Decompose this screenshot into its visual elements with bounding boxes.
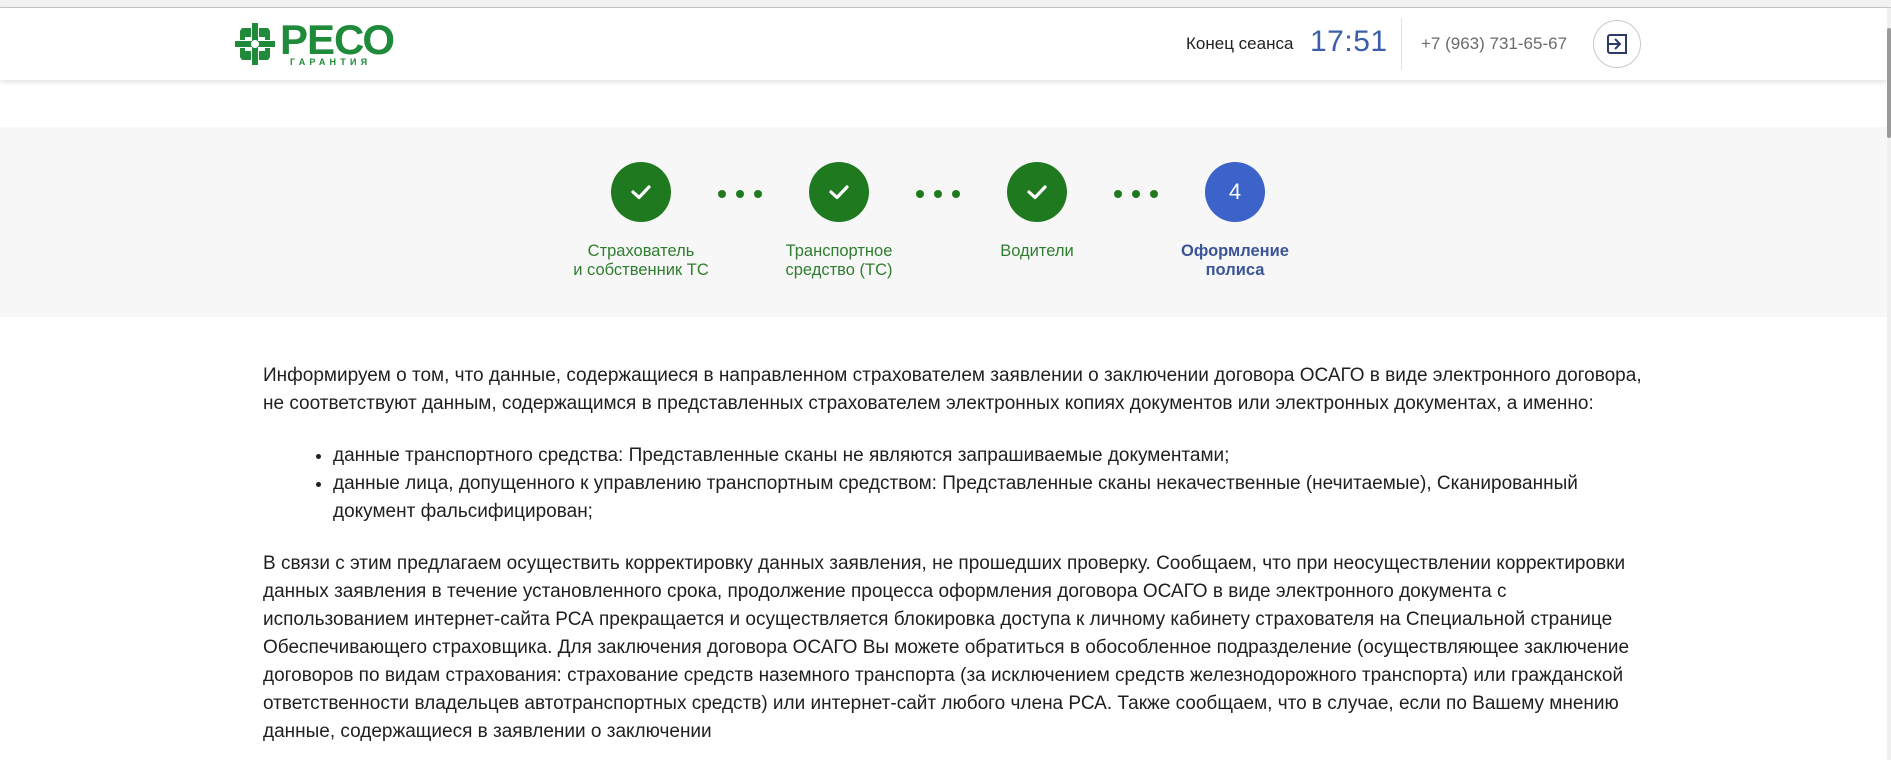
step-number: 4 [1228,179,1242,204]
step-insurer-owner[interactable]: Страхователь и собственник ТС [551,162,731,280]
check-icon [829,185,849,200]
connector-dot [1132,190,1140,198]
step-label-line: средство (ТС) [785,261,893,279]
step-label: Страхователь и собственник ТС [551,242,731,280]
logo-sub-text: ГАРАНТИЯ [290,57,372,67]
reso-logo[interactable]: РЕСО ГАРАНТИЯ [234,16,395,69]
issue-item: данные лица, допущенного к управлению тр… [333,470,1643,526]
progress-steps: Страхователь и собственник ТС Транспортн… [0,127,1887,317]
step-label: Оформление полиса [1145,242,1325,280]
browser-top-edge [0,0,1891,8]
step-label-line: Оформление [1181,242,1289,260]
step-label-line: Транспортное [785,242,893,260]
step-done-indicator [809,162,869,222]
step-policy: 4 Оформление полиса [1145,162,1325,280]
step-label-line: полиса [1205,261,1265,279]
step-drivers[interactable]: Водители [947,162,1127,261]
page: РЕСО ГАРАНТИЯ Конец сеанса 17:51 +7 (963… [0,0,1891,760]
logo-wordmark: РЕСО ГАРАНТИЯ [280,16,395,67]
page-scrollbar[interactable] [1887,8,1891,760]
notice-content: Информируем о том, что данные, содержащи… [263,362,1643,760]
check-icon [631,185,651,200]
logout-icon [1607,34,1627,54]
scrollbar-thumb[interactable] [1887,28,1891,138]
step-label-line: Водители [1000,242,1074,260]
connector-dot [934,190,942,198]
step-vehicle[interactable]: Транспортное средство (ТС) [749,162,929,280]
step-done-indicator [611,162,671,222]
connector-dot [718,190,726,198]
step-label: Водители [947,242,1127,261]
session-timer: 17:51 [1310,25,1388,58]
step-active-indicator: 4 [1205,162,1265,222]
check-icon [1027,185,1047,200]
issues-list: данные транспортного средства: Представл… [263,442,1643,526]
step-done-indicator [1007,162,1067,222]
step-label-line: и собственник ТС [573,261,709,279]
phone-number[interactable]: +7 (963) 731-65-67 [1421,34,1567,54]
connector-dot [736,190,744,198]
notice-intro: Информируем о том, что данные, содержащи… [263,365,1642,414]
step-label: Транспортное средство (ТС) [749,242,929,280]
reso-emblem-icon [235,23,275,65]
notice-followup: В связи с этим предлагаем осуществить ко… [263,553,1630,742]
header-divider [1401,18,1402,70]
header: РЕСО ГАРАНТИЯ Конец сеанса 17:51 +7 (963… [0,8,1887,80]
logout-button[interactable] [1593,20,1641,68]
session-end-label: Конец сеанса [1186,34,1294,53]
connector-dot [1114,190,1122,198]
step-label-line: Страхователь [587,242,695,260]
connector-dot [916,190,924,198]
issue-item: данные транспортного средства: Представл… [333,442,1643,470]
logo-main-text: РЕСО [280,16,395,63]
